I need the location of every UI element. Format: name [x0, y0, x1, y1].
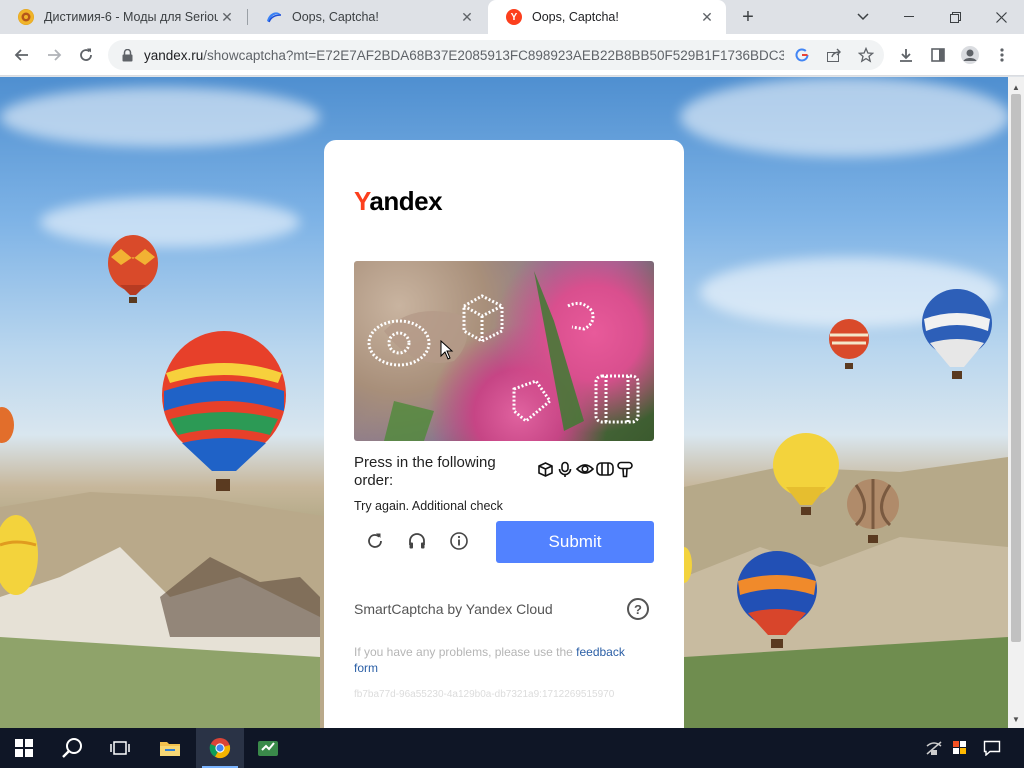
captcha-image-overlay: [367, 271, 640, 441]
hairdryer-icon: [616, 460, 634, 478]
yandex-logo: Yandex: [354, 186, 443, 216]
network-icon[interactable]: [922, 736, 946, 760]
new-tab-button[interactable]: +: [736, 5, 760, 29]
eye-icon: [576, 460, 594, 478]
close-window-icon[interactable]: [978, 0, 1024, 34]
reload-icon[interactable]: [72, 41, 100, 69]
tab-title: Oops, Captcha!: [292, 10, 379, 24]
minimize-icon[interactable]: [886, 0, 932, 34]
profile-icon[interactable]: [956, 41, 984, 69]
refresh-icon[interactable]: [362, 528, 388, 554]
captcha-instruction: Press in the following order:: [354, 454, 496, 489]
lock-icon[interactable]: [120, 48, 134, 62]
forward-icon[interactable]: [40, 41, 68, 69]
hot-air-balloon: [737, 551, 817, 648]
menu-icon[interactable]: [988, 41, 1016, 69]
hot-air-balloon: [847, 479, 899, 543]
google-lens-icon[interactable]: [790, 43, 814, 67]
address-bar[interactable]: yandex.ru/showcaptcha?mt=E72E7AF2BDA68B3…: [108, 40, 884, 70]
hot-air-balloon: [829, 319, 869, 369]
film-icon: [596, 460, 614, 478]
feedback-prefix: If you have any problems, please use the: [354, 645, 577, 659]
smartcaptcha-brand: SmartCaptcha by Yandex Cloud: [354, 601, 553, 617]
task-view-icon[interactable]: [96, 728, 144, 768]
file-explorer-icon[interactable]: [146, 728, 194, 768]
url-text[interactable]: yandex.ru/showcaptcha?mt=E72E7AF2BDA68B3…: [144, 48, 784, 63]
windows-taskbar: [0, 728, 1024, 768]
microphone-icon: [556, 460, 574, 478]
tab-search-icon[interactable]: [840, 0, 886, 34]
hot-air-balloon: [773, 433, 839, 515]
hot-air-balloon: [0, 515, 38, 595]
hot-air-balloon: [0, 407, 14, 443]
share-icon[interactable]: [822, 43, 846, 67]
restore-icon[interactable]: [932, 0, 978, 34]
tab-distimiya[interactable]: Дистимия-6 - Моды для Serious ✕: [0, 0, 246, 34]
download-icon[interactable]: [892, 41, 920, 69]
close-icon[interactable]: ✕: [218, 8, 236, 26]
feedback-note: If you have any problems, please use the…: [354, 644, 644, 676]
request-id: fb7ba77d-96a55230-4a129b0a-db7321a9:1712…: [354, 689, 615, 700]
smartcaptcha-icon: [266, 9, 282, 25]
tab-strip: Дистимия-6 - Моды для Serious ✕ Oops, Ca…: [0, 0, 1024, 34]
url-host: yandex.ru: [144, 47, 204, 63]
headphones-icon[interactable]: [404, 528, 430, 554]
scroll-down-icon[interactable]: ▼: [1008, 711, 1024, 727]
tab-captcha-active[interactable]: Y Oops, Captcha! ✕: [488, 0, 726, 34]
yandex-y-icon: Y: [506, 9, 522, 25]
close-icon[interactable]: ✕: [458, 8, 476, 26]
side-panel-icon[interactable]: [924, 41, 952, 69]
captcha-image[interactable]: [354, 261, 654, 441]
tab-captcha-1[interactable]: Oops, Captcha! ✕: [248, 0, 486, 34]
submit-button[interactable]: Submit: [496, 521, 654, 563]
help-icon[interactable]: ?: [627, 598, 649, 620]
windows-start-icon[interactable]: [0, 728, 48, 768]
serious-sam-icon: [18, 9, 34, 25]
info-icon[interactable]: [446, 528, 472, 554]
star-icon[interactable]: [854, 43, 878, 67]
chrome-icon[interactable]: [196, 728, 244, 768]
hot-air-balloon: [684, 547, 692, 583]
captcha-error-message: Try again. Additional check: [354, 499, 503, 513]
scrollbar-thumb[interactable]: [1011, 94, 1021, 642]
browser-toolbar: yandex.ru/showcaptcha?mt=E72E7AF2BDA68B3…: [0, 34, 1024, 76]
back-icon[interactable]: [8, 41, 36, 69]
notification-flag-icon[interactable]: [948, 736, 972, 760]
search-icon[interactable]: [48, 728, 96, 768]
box-icon: [536, 460, 554, 478]
action-center-icon[interactable]: [980, 736, 1004, 760]
close-icon[interactable]: ✕: [698, 8, 716, 26]
hot-air-balloon: [162, 331, 286, 491]
scroll-up-icon[interactable]: ▲: [1008, 79, 1024, 95]
app-icon[interactable]: [244, 728, 292, 768]
captcha-order-icons: [536, 460, 634, 478]
hot-air-balloon: [922, 289, 992, 379]
url-path: /showcaptcha?mt=E72E7AF2BDA68B37E2085913…: [203, 47, 784, 63]
tab-title: Дистимия-6 - Моды для Serious: [44, 10, 218, 24]
mouse-cursor-icon: [440, 340, 454, 360]
tab-title: Oops, Captcha!: [532, 10, 619, 24]
hot-air-balloon: [108, 235, 158, 303]
captcha-card: Yandex Press in the following order: Try…: [324, 140, 684, 740]
